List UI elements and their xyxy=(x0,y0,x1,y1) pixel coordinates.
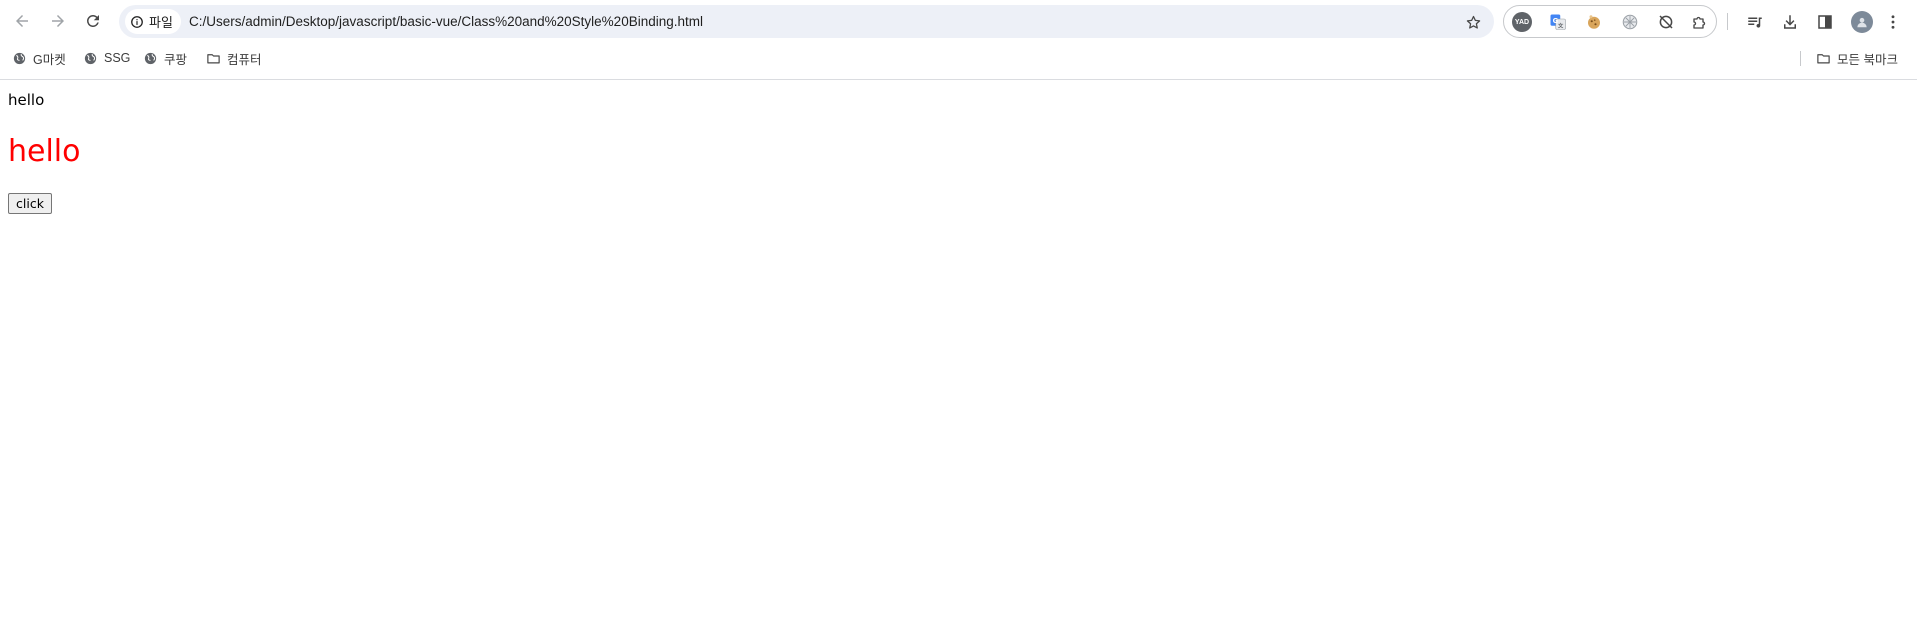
bookmark-label: 쿠팡 xyxy=(164,52,188,67)
bookmark-star-button[interactable] xyxy=(1462,11,1484,33)
cookie-extension-button[interactable] xyxy=(1584,12,1604,32)
site-info-label: 파일 xyxy=(149,15,173,30)
arrow-right-icon xyxy=(52,15,64,27)
bookmark-label: G마켓 xyxy=(33,52,66,67)
downloads-button[interactable] xyxy=(1779,11,1801,33)
avatar-icon xyxy=(1857,17,1867,28)
folder-icon xyxy=(207,53,220,63)
styled-hello-text: hello xyxy=(8,134,81,169)
all-bookmarks-label: 모든 북마크 xyxy=(1837,52,1898,67)
media-queue-icon xyxy=(1748,17,1762,28)
bookmarks-separator xyxy=(1800,51,1801,66)
bookmark-label: 컴퓨터 xyxy=(227,52,262,67)
grid-extension-icon xyxy=(1622,14,1638,30)
site-info-chip[interactable]: 파일 xyxy=(125,9,181,34)
click-button[interactable]: click xyxy=(8,193,52,214)
translate-extension-button[interactable]: G文 xyxy=(1548,12,1568,32)
plain-hello-text: hello xyxy=(8,91,45,109)
kebab-menu-icon xyxy=(1891,15,1895,29)
bookmark-label: SSG xyxy=(104,51,131,65)
reload-button[interactable] xyxy=(79,7,107,35)
side-panel-button[interactable] xyxy=(1814,11,1836,33)
reload-icon xyxy=(86,14,99,27)
media-control-button[interactable] xyxy=(1744,11,1766,33)
side-panel-icon xyxy=(1818,15,1832,29)
bookmark-coupang[interactable]: 쿠팡 xyxy=(143,44,187,72)
all-bookmarks-button[interactable]: 모든 북마크 xyxy=(1816,44,1898,72)
sync-off-icon xyxy=(1659,15,1673,29)
bookmark-gmarket[interactable]: G마켓 xyxy=(12,44,66,72)
cookie-icon xyxy=(1588,15,1600,29)
forward-button[interactable] xyxy=(44,7,72,35)
profile-avatar[interactable] xyxy=(1851,11,1873,33)
extensions-group: YAD G文 xyxy=(1503,5,1717,38)
bookmark-ssg[interactable]: SSG xyxy=(83,44,130,72)
browser-menu-button[interactable] xyxy=(1882,11,1904,33)
yad-icon: YAD xyxy=(1514,18,1530,26)
browser-toolbar: 파일 C:/Users/admin/Desktop/javascript/bas… xyxy=(0,0,1917,44)
bookmark-folder-computer[interactable]: 컴퓨터 xyxy=(206,44,262,72)
bookmarks-bar: G마켓 SSG 쿠팡 컴퓨터 모든 북마크 xyxy=(0,44,1917,80)
arrow-left-icon xyxy=(16,15,28,27)
grid-extension-button[interactable] xyxy=(1620,12,1640,32)
back-button[interactable] xyxy=(8,7,36,35)
puzzle-icon xyxy=(1693,16,1706,29)
extensions-menu-button[interactable] xyxy=(1690,12,1710,32)
download-icon xyxy=(1784,15,1796,29)
sync-extension-button[interactable] xyxy=(1656,12,1676,32)
star-icon xyxy=(1466,15,1480,29)
globe-icon xyxy=(13,52,26,64)
folder-icon xyxy=(1817,53,1830,63)
yad-extension-button[interactable]: YAD xyxy=(1512,12,1532,32)
globe-icon xyxy=(84,52,97,64)
toolbar-separator xyxy=(1727,13,1728,30)
page-content: hello hello click xyxy=(0,81,1917,639)
globe-icon xyxy=(144,52,157,64)
address-bar[interactable]: 파일 C:/Users/admin/Desktop/javascript/bas… xyxy=(119,5,1494,38)
translate-icon: G文 xyxy=(1550,14,1566,30)
url-text[interactable]: C:/Users/admin/Desktop/javascript/basic-… xyxy=(189,5,703,38)
info-icon xyxy=(131,15,143,28)
